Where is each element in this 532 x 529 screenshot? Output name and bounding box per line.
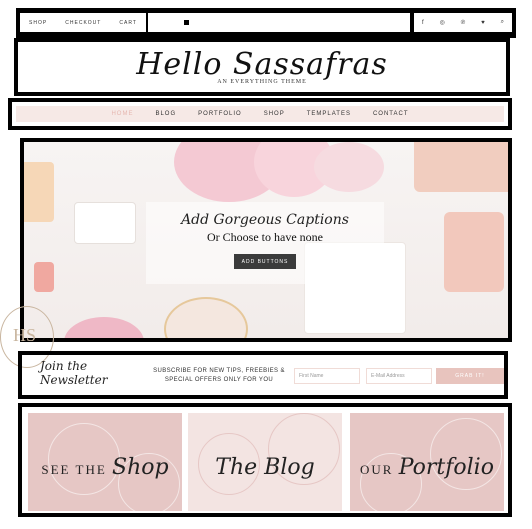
tile-shop-label: SEE THE Shop <box>28 455 182 480</box>
logo-title[interactable]: Hello Sassafras <box>18 47 506 82</box>
first-name-field[interactable]: First Name <box>294 368 360 384</box>
top-nav-shop[interactable]: SHOP <box>29 20 47 26</box>
nav-item-home[interactable]: HOME <box>111 111 133 117</box>
top-search-bar[interactable] <box>148 13 410 32</box>
email-field[interactable]: E-Mail Address <box>366 368 432 384</box>
top-nav: SHOP CHECKOUT CART <box>20 13 146 32</box>
newsletter-text: SUBSCRIBE FOR NEW TIPS, FREEBIES & SPECI… <box>153 368 285 383</box>
social-links: f ◎ ℗ ♥ ⌕ <box>414 13 512 32</box>
tile-shop-script: Shop <box>112 455 169 480</box>
caption-subtitle: Or Choose to have none <box>207 230 323 244</box>
search-icon[interactable]: ⌕ <box>501 19 504 26</box>
tile-shop-prefix: SEE THE <box>41 462 107 477</box>
hero-slider[interactable]: Add Gorgeous Captions Or Choose to have … <box>20 138 512 342</box>
grab-it-button[interactable]: GRAB IT! <box>436 368 504 384</box>
tile-blog-script: The Blog <box>215 455 315 480</box>
nav-item-templates[interactable]: TEMPLATES <box>307 111 351 117</box>
nav-item-shop[interactable]: SHOP <box>264 111 285 117</box>
tile-portfolio-prefix: OUR <box>360 462 394 477</box>
newsletter-script: Join the Newsletter <box>40 359 108 387</box>
add-buttons-button[interactable]: ADD BUTTONS <box>234 254 296 269</box>
top-nav-checkout[interactable]: CHECKOUT <box>65 20 101 26</box>
pinterest-icon[interactable]: ℗ <box>461 20 465 26</box>
nav-item-contact[interactable]: CONTACT <box>373 111 409 117</box>
instagram-icon[interactable]: ◎ <box>440 19 445 26</box>
nav-item-portfolio[interactable]: PORTFOLIO <box>198 111 242 117</box>
tile-portfolio[interactable]: OUR Portfolio <box>350 413 504 511</box>
cursor-marker <box>184 20 189 25</box>
facebook-icon[interactable]: f <box>422 20 424 26</box>
tile-blog-label: The Blog <box>188 455 342 480</box>
newsletter-bar: Join the Newsletter SUBSCRIBE FOR NEW TI… <box>18 351 508 399</box>
logo-header: Hello Sassafras AN EVERYTHING THEME <box>14 38 510 96</box>
tile-shop[interactable]: SEE THE Shop <box>28 413 182 511</box>
tile-portfolio-script: Portfolio <box>398 455 494 480</box>
tile-blog[interactable]: The Blog <box>188 413 342 511</box>
hero-caption: Add Gorgeous Captions Or Choose to have … <box>146 202 384 284</box>
tile-portfolio-label: OUR Portfolio <box>350 455 504 480</box>
main-nav: HOME BLOG PORTFOLIO SHOP TEMPLATES CONTA… <box>8 98 512 130</box>
top-bar: SHOP CHECKOUT CART f ◎ ℗ ♥ ⌕ <box>16 8 516 38</box>
feature-tiles: SEE THE Shop The Blog OUR Portfolio <box>18 403 512 517</box>
nav-item-blog[interactable]: BLOG <box>155 111 176 117</box>
caption-script: Add Gorgeous Captions <box>181 212 349 228</box>
logo-tagline: AN EVERYTHING THEME <box>217 79 307 85</box>
top-nav-cart[interactable]: CART <box>119 20 137 26</box>
twitter-icon[interactable]: ♥ <box>481 20 485 26</box>
stamp-monogram: HS <box>13 325 37 345</box>
